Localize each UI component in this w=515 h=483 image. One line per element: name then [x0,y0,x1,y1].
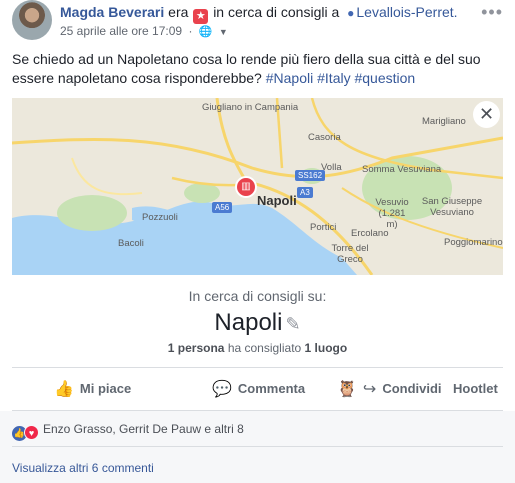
post-header: Magda Beverari era ★ in cerca di consigl… [12,0,503,44]
map-label: Portici [310,222,337,233]
pin-icon: ● [347,6,355,20]
road-badge: A56 [212,202,233,213]
reactions-bar: 👍 ♥ Enzo Grasso, Gerrit De Pauw e altri 8 … [0,411,515,483]
recommendation-count[interactable]: 1 persona ha consigliato 1 luogo [12,341,503,355]
map-label: Giugliano in Campania [202,102,299,113]
map-label: Vesuvio (1.281 m) [375,197,409,230]
view-more-comments-link[interactable]: Visualizza altri 6 commenti [12,461,154,475]
place-name[interactable]: Napoli [214,309,282,336]
close-icon[interactable]: ✕ [473,101,500,128]
post-meta: 25 aprile alle ore 17:09 · 🌐 ▼ [60,23,228,40]
count-mid: ha consigliato [227,341,302,355]
like-button[interactable]: 👍 Mi piace [54,376,131,402]
hootlet-button[interactable]: Hootlet [453,376,498,402]
map-city-label: Napoli [257,193,297,208]
share-icon: ↪ [362,381,377,398]
thumbs-up-icon: 👍 [54,381,74,398]
activity-text: in cerca di consigli a [213,4,340,20]
map-label: Ercolano [351,228,389,239]
comment-label: Commenta [237,381,306,396]
share-label: Condividi [382,381,442,396]
comment-button[interactable]: 💬 Commenta [212,376,305,402]
count-places: 1 luogo [304,341,348,355]
recommendation-place: Napoli ✎ [12,309,503,338]
globe-icon[interactable]: 🌐 [199,24,213,40]
map-label: Marigliano [422,116,466,127]
map-label: Bacoli [118,238,144,249]
timestamp[interactable]: 25 aprile alle ore 17:09 [60,24,182,38]
more-icon[interactable]: ••• [481,2,503,23]
divider [12,446,503,447]
divider [12,367,503,368]
hootlet-owl-icon: 🦉 [337,381,357,398]
map-label: Somma Vesuviana [362,164,442,175]
share-button[interactable]: 🦉 ↪ Condividi [337,376,442,402]
recommendation-label: In cerca di consigli su: [188,288,327,304]
post-text: Se chiedo ad un Napoletano cosa lo rende… [12,50,502,88]
author-name[interactable]: Magda Beverari [60,4,164,20]
map-pin-icon[interactable]: ▥ [235,176,257,198]
map-label: Poggiomarino [444,237,503,248]
hashtag[interactable]: #question [354,70,415,86]
location-link[interactable]: Levallois-Perret. [356,4,457,20]
count-people: 1 persona [167,341,225,355]
map-label: San Giuseppe Vesuviano [421,196,483,218]
hashtag[interactable]: #Italy [317,70,350,86]
love-reaction-icon: ♥ [24,425,39,440]
like-label: Mi piace [79,381,132,396]
road-badge: SS162 [295,170,326,181]
reactors-text: Enzo Grasso, Gerrit De Pauw e altri 8 [43,422,244,436]
reactions-summary[interactable]: 👍 ♥ Enzo Grasso, Gerrit De Pauw e altri 8 [12,422,244,441]
hashtag[interactable]: #Napoli [266,70,313,86]
comment-icon: 💬 [212,381,232,398]
connector-text: era [168,4,189,20]
action-bar: 👍 Mi piace 💬 Commenta 🦉 ↪ Condividi Hootlet [12,376,503,402]
chevron-down-icon[interactable]: ▼ [219,24,228,40]
map-label: Torre del Greco [331,243,369,265]
meta-separator: · [188,24,193,38]
map-label: Casoria [308,132,341,143]
pencil-icon[interactable]: ✎ [285,310,300,338]
avatar[interactable] [12,0,52,40]
feed-post: Magda Beverari era ★ in cerca di consigl… [0,0,515,483]
road-badge: A3 [297,187,313,198]
map-label: Pozzuoli [142,212,178,223]
header-line: Magda Beverari era ★ in cerca di consigl… [60,3,458,24]
hootlet-label: Hootlet [453,381,498,396]
recommendation-icon: ★ [193,9,209,24]
map[interactable]: Giugliano in Campania Casoria Marigliano… [12,98,503,275]
